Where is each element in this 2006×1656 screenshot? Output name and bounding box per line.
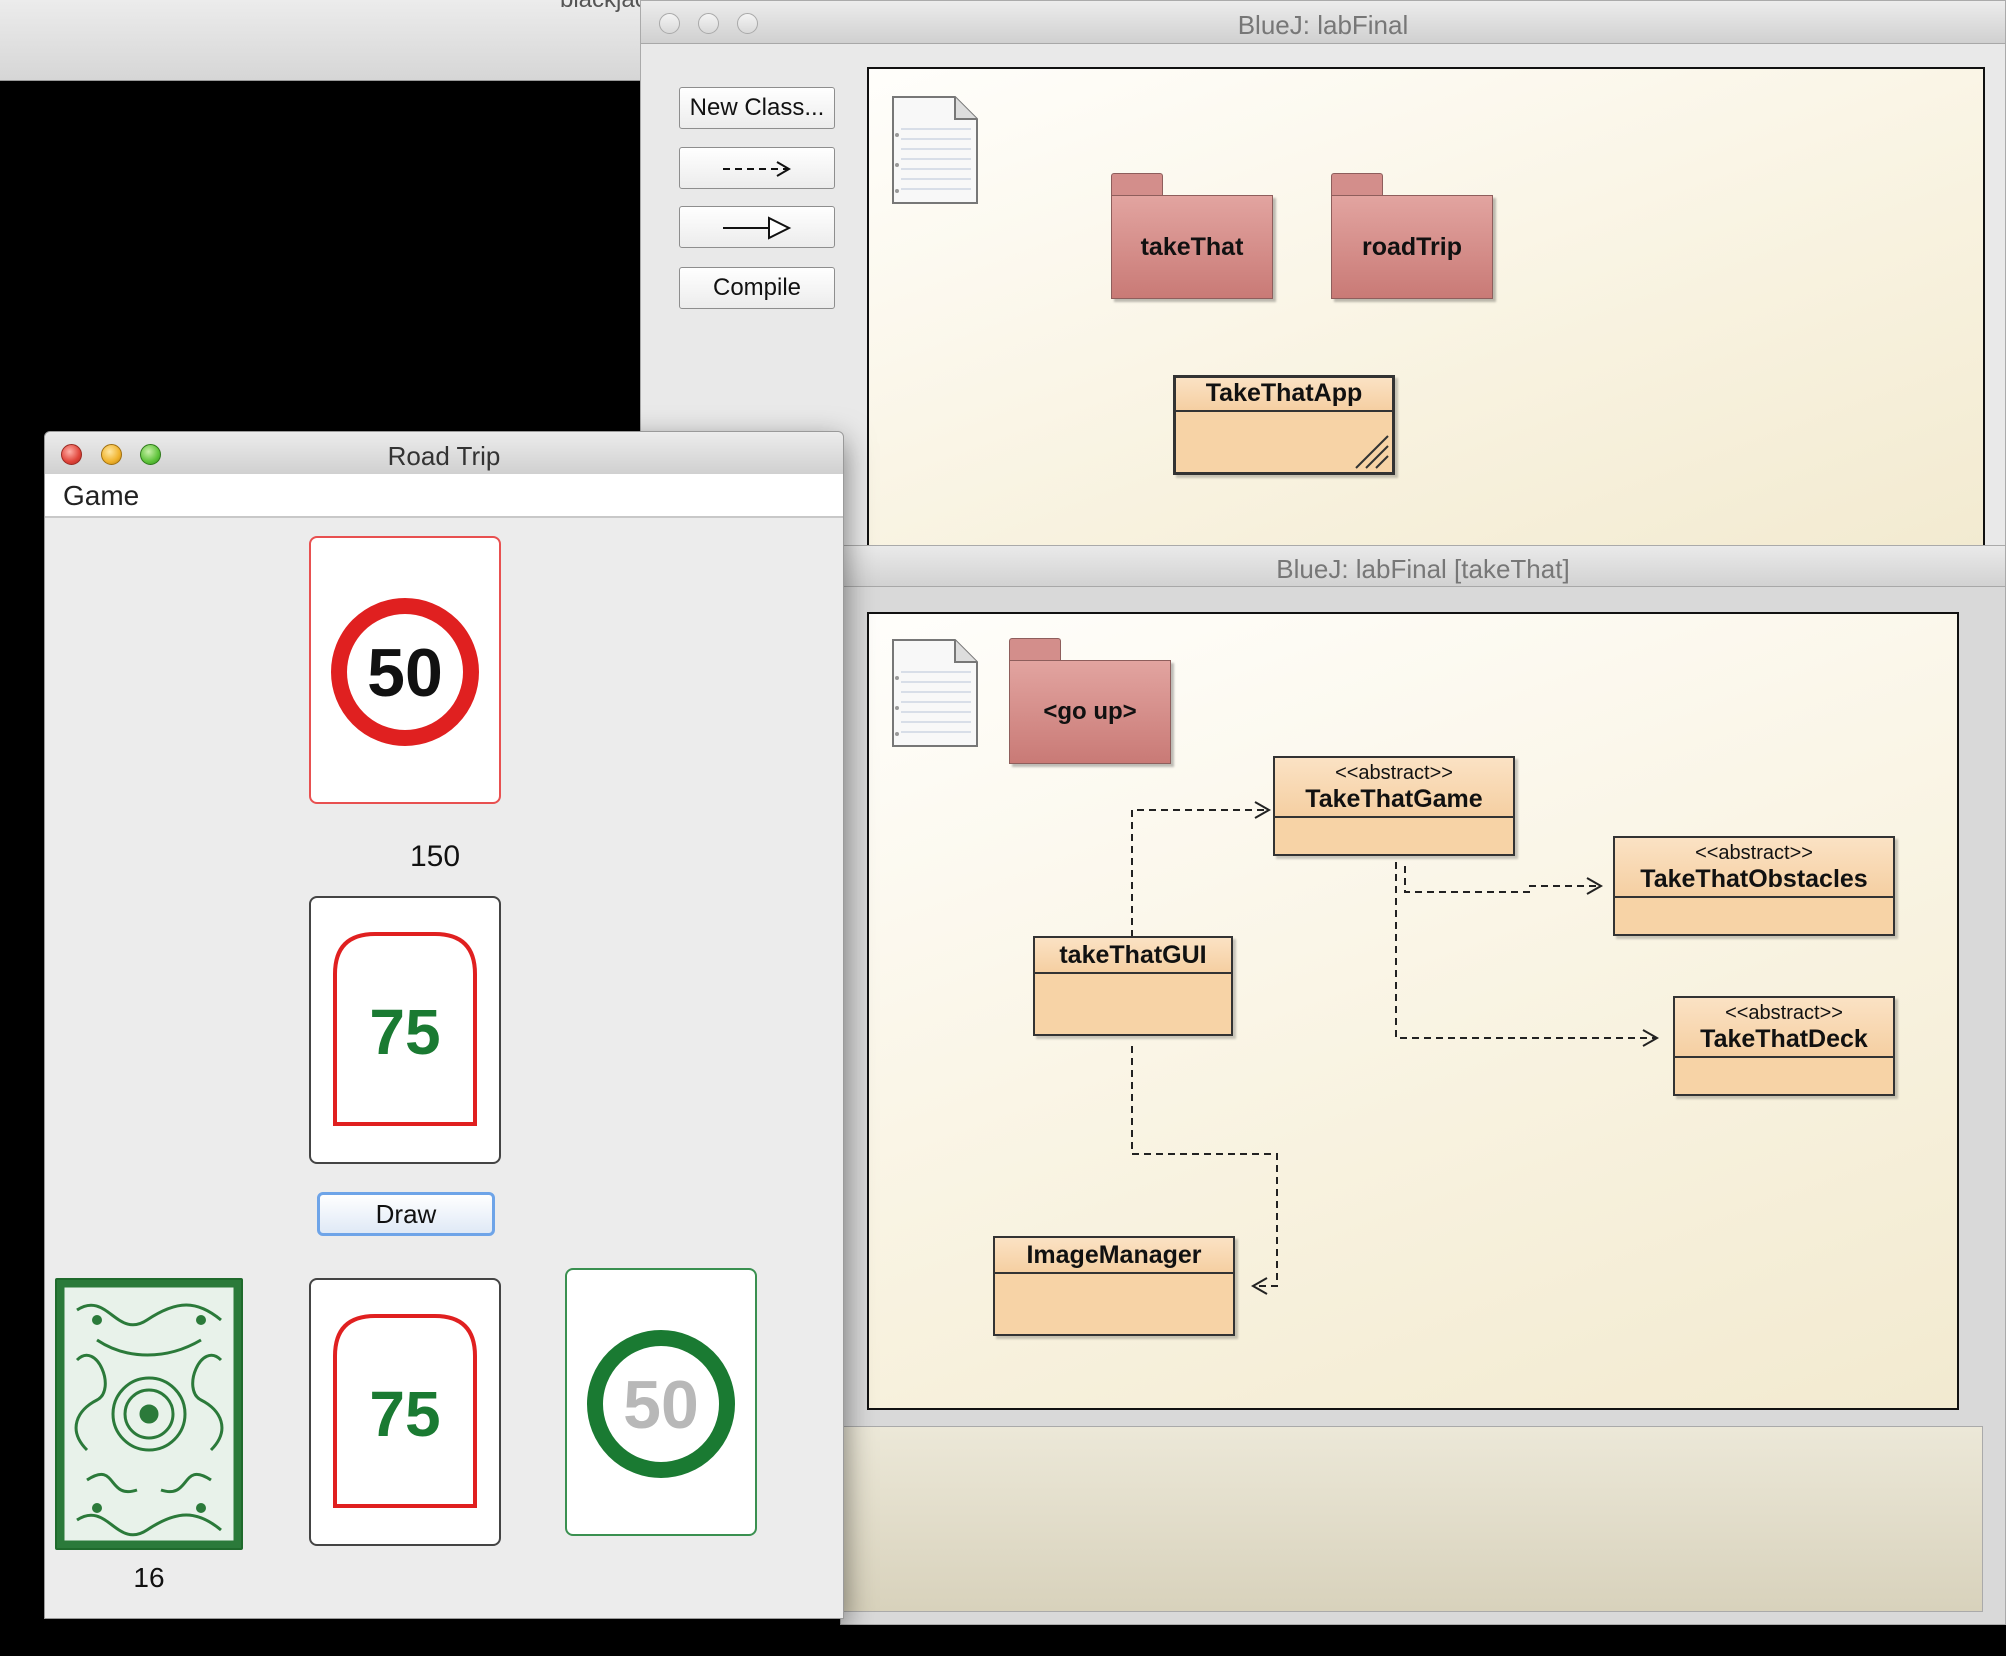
road-trip-window: Road Trip Game 50 150 75 Draw 16 75 50 [44, 431, 844, 1619]
card-speed-limit[interactable]: 50 [309, 536, 501, 804]
package-takeThat[interactable]: takeThat [1111, 173, 1273, 299]
hand-card-2[interactable]: 50 [565, 1268, 757, 1536]
background-window: blackjack [0, 0, 659, 81]
score-label: 150 [409, 840, 461, 873]
bluej-package-window: BlueJ: labFinal [takeThat] <go up> <<abs… [840, 545, 2006, 1625]
draw-button[interactable]: Draw [317, 1192, 495, 1236]
inheritance-arrow-button[interactable] [679, 206, 835, 248]
speed-sign-icon: 75 [333, 932, 477, 1126]
deck-card-back[interactable] [55, 1278, 243, 1550]
speed-limit-sign-icon: 50 [331, 598, 479, 746]
window-title: BlueJ: labFinal [1237, 10, 1409, 40]
class-stereotype: <<abstract>> [1695, 842, 1813, 864]
class-TakeThatDeck[interactable]: <<abstract>> TakeThatDeck [1673, 996, 1895, 1096]
bluej-package-titlebar: BlueJ: labFinal [takeThat] [841, 546, 2005, 587]
class-takeThatGUI[interactable]: takeThatGUI [1033, 936, 1233, 1036]
package-label: roadTrip [1331, 195, 1493, 299]
package-label: takeThat [1111, 195, 1273, 299]
compile-button[interactable]: Compile [679, 267, 835, 309]
deck-count-label: 16 [133, 1562, 165, 1593]
menu-game[interactable]: Game [63, 480, 139, 512]
card-value: 50 [623, 1367, 699, 1443]
class-stereotype: <<abstract>> [1335, 762, 1453, 784]
class-name: TakeThatDeck [1700, 1025, 1868, 1053]
class-name: TakeThatObstacles [1640, 865, 1868, 893]
class-TakeThatApp[interactable]: TakeThatApp [1173, 375, 1395, 475]
class-ImageManager[interactable]: ImageManager [993, 1236, 1235, 1336]
speed-sign-icon: 75 [333, 1314, 477, 1508]
inheritance-arrow-icon [723, 216, 792, 240]
dependency-arrow-button[interactable] [679, 147, 835, 189]
package-label: <go up> [1009, 660, 1171, 764]
road-trip-titlebar: Road Trip [45, 432, 843, 475]
card-go-75[interactable]: 75 [309, 896, 501, 1164]
package-roadTrip[interactable]: roadTrip [1331, 173, 1493, 299]
class-name: TakeThatApp [1205, 379, 1363, 407]
new-class-button[interactable]: New Class... [679, 87, 835, 129]
card-value: 75 [369, 1378, 440, 1450]
bluej-main-titlebar: BlueJ: labFinal [641, 1, 2005, 44]
bluej-main-window: BlueJ: labFinal New Class... Compile tak… [640, 0, 2006, 567]
window-title: BlueJ: labFinal [takeThat] [1276, 554, 1570, 584]
card-back-pattern-icon [61, 1284, 237, 1544]
class-diagram-canvas[interactable]: takeThat roadTrip TakeThatApp [867, 67, 1985, 567]
hand-card-1[interactable]: 75 [309, 1278, 501, 1546]
executable-marker-icon [1355, 435, 1389, 469]
dashed-arrow-icon [723, 161, 791, 177]
class-TakeThatObstacles[interactable]: <<abstract>> TakeThatObstacles [1613, 836, 1895, 936]
class-name: takeThatGUI [1059, 941, 1207, 969]
package-diagram-canvas[interactable]: <go up> <<abstract>> TakeThatGame <<abstr… [867, 612, 1959, 1410]
class-stereotype: <<abstract>> [1725, 1002, 1843, 1024]
readme-icon[interactable] [891, 638, 979, 748]
package-go-up[interactable]: <go up> [1009, 638, 1171, 764]
end-speed-limit-sign-icon: 50 [587, 1330, 735, 1478]
class-name: ImageManager [1026, 1241, 1202, 1269]
window-title: Road Trip [387, 441, 501, 471]
card-value: 75 [369, 996, 440, 1068]
card-value: 50 [367, 635, 443, 711]
readme-icon[interactable] [891, 95, 979, 205]
menu-bar: Game [45, 474, 843, 518]
class-name: TakeThatGame [1305, 785, 1483, 813]
terminal-pane[interactable] [841, 1426, 1983, 1612]
class-TakeThatGame[interactable]: <<abstract>> TakeThatGame [1273, 756, 1515, 856]
